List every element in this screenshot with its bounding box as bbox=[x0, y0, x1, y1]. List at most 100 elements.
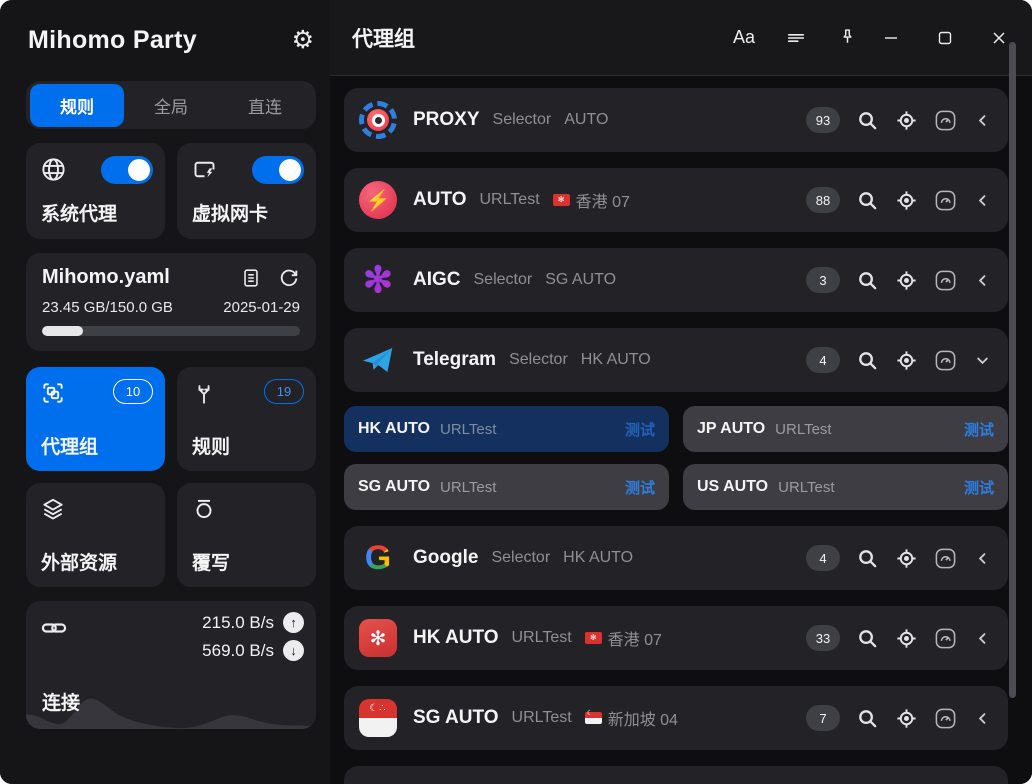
pin-icon[interactable] bbox=[837, 27, 858, 48]
chevron-left-icon[interactable] bbox=[973, 191, 992, 210]
outbound-mode-tabs: 规则 全局 直连 bbox=[26, 81, 316, 129]
node-item-us-auto[interactable]: US AUTO URLTest 测试 bbox=[683, 464, 1008, 510]
locate-icon[interactable] bbox=[895, 547, 918, 570]
chevron-left-icon[interactable] bbox=[973, 549, 992, 568]
minimize-button[interactable] bbox=[884, 31, 898, 45]
proxy-logo-icon bbox=[358, 100, 398, 140]
node-count-badge: 93 bbox=[806, 107, 840, 133]
tun-toggle[interactable] bbox=[252, 156, 304, 184]
tun-card[interactable]: 虚拟网卡 bbox=[177, 143, 316, 239]
tun-label: 虚拟网卡 bbox=[192, 199, 268, 226]
proxy-group-row[interactable]: ☾∴ SG AUTO URLTest 新加坡 04 7 bbox=[344, 686, 1008, 750]
speedtest-icon[interactable] bbox=[934, 707, 957, 730]
test-link[interactable]: 测试 bbox=[625, 477, 655, 498]
speedtest-icon[interactable] bbox=[934, 189, 957, 212]
group-current-node: AUTO bbox=[564, 111, 608, 129]
system-proxy-toggle[interactable] bbox=[101, 156, 153, 184]
speedtest-icon[interactable] bbox=[934, 627, 957, 650]
tab-global-mode[interactable]: 全局 bbox=[124, 84, 218, 127]
chevron-left-icon[interactable] bbox=[973, 629, 992, 648]
node-count-badge: 88 bbox=[806, 187, 840, 213]
sidebar-item-connections[interactable]: 215.0 B/s ↑ 569.0 B/s ↓ 连接 bbox=[26, 601, 316, 729]
speedtest-icon[interactable] bbox=[934, 109, 957, 132]
chevron-left-icon[interactable] bbox=[973, 709, 992, 728]
main-header: 代理组 Aa bbox=[330, 0, 1032, 76]
profile-card[interactable]: Mihomo.yaml bbox=[26, 253, 316, 351]
proxy-group-row[interactable]: ✻ HK AUTO URLTest ✻ 香港 07 33 bbox=[344, 606, 1008, 670]
scrollbar[interactable] bbox=[1009, 42, 1016, 698]
resources-label: 外部资源 bbox=[41, 548, 117, 575]
group-current-node: HK AUTO bbox=[563, 549, 633, 567]
download-speed: 569.0 B/s bbox=[202, 641, 274, 661]
maximize-button[interactable] bbox=[938, 31, 952, 45]
group-current-node: HK AUTO bbox=[581, 351, 651, 369]
sidebar-item-override[interactable]: 覆写 bbox=[177, 483, 316, 587]
locate-icon[interactable] bbox=[895, 109, 918, 132]
proxy-group-row[interactable]: PROXY Selector AUTO 93 bbox=[344, 88, 1008, 152]
override-label: 覆写 bbox=[192, 548, 230, 575]
search-icon[interactable] bbox=[856, 627, 879, 650]
sidebar-item-rules[interactable]: 19 规则 bbox=[177, 367, 316, 471]
node-item-hk-auto[interactable]: HK AUTO URLTest 测试 bbox=[344, 406, 669, 452]
settings-gear-icon[interactable]: ⚙ bbox=[292, 28, 314, 53]
group-current-node: ✻ 香港 07 bbox=[585, 626, 662, 650]
group-name: PROXY bbox=[413, 109, 480, 131]
profile-refresh-icon[interactable] bbox=[278, 267, 300, 289]
test-link[interactable]: 测试 bbox=[964, 419, 994, 440]
group-current-node: ✻ 香港 07 bbox=[553, 188, 630, 212]
chevron-down-icon[interactable] bbox=[973, 351, 992, 370]
locate-icon[interactable] bbox=[895, 627, 918, 650]
speedtest-icon[interactable] bbox=[934, 269, 957, 292]
search-icon[interactable] bbox=[856, 189, 879, 212]
hk-flag-logo-icon: ✻ bbox=[358, 618, 398, 658]
search-icon[interactable] bbox=[856, 547, 879, 570]
resources-icon bbox=[40, 496, 151, 522]
proxy-group-row[interactable]: ✻ AIGC Selector SG AUTO 3 bbox=[344, 248, 1008, 312]
node-item-jp-auto[interactable]: JP AUTO URLTest 测试 bbox=[683, 406, 1008, 452]
search-icon[interactable] bbox=[856, 269, 879, 292]
group-type: Selector bbox=[493, 111, 552, 129]
system-proxy-card[interactable]: 系统代理 bbox=[26, 143, 165, 239]
close-button[interactable] bbox=[992, 31, 1006, 45]
locate-icon[interactable] bbox=[895, 707, 918, 730]
sort-icon[interactable] bbox=[785, 27, 807, 49]
group-name: HK AUTO bbox=[413, 627, 499, 649]
proxy-group-row-expanded[interactable]: Telegram Selector HK AUTO 4 bbox=[344, 328, 1008, 392]
proxy-groups-badge: 10 bbox=[113, 379, 153, 404]
node-item-sg-auto[interactable]: SG AUTO URLTest 测试 bbox=[344, 464, 669, 510]
tab-direct-mode[interactable]: 直连 bbox=[218, 84, 312, 127]
chevron-left-icon[interactable] bbox=[973, 111, 992, 130]
profile-usage: 23.45 GB/150.0 GB bbox=[42, 299, 173, 316]
speedtest-icon[interactable] bbox=[934, 349, 957, 372]
page-title: 代理组 bbox=[352, 23, 733, 53]
sidebar-item-resources[interactable]: 外部资源 bbox=[26, 483, 165, 587]
group-type: Selector bbox=[491, 549, 550, 567]
group-name: SG AUTO bbox=[413, 707, 499, 729]
upload-speed: 215.0 B/s bbox=[202, 613, 274, 633]
sidebar-item-proxy-groups[interactable]: 10 代理组 bbox=[26, 367, 165, 471]
node-count-badge: 3 bbox=[806, 267, 840, 293]
locate-icon[interactable] bbox=[895, 349, 918, 372]
font-size-button[interactable]: Aa bbox=[733, 27, 755, 48]
group-name: Telegram bbox=[413, 349, 496, 371]
group-name: AIGC bbox=[413, 269, 461, 291]
group-current-node: SG AUTO bbox=[545, 271, 616, 289]
speedtest-icon[interactable] bbox=[934, 547, 957, 570]
rules-label: 规则 bbox=[192, 432, 230, 459]
chevron-left-icon[interactable] bbox=[973, 271, 992, 290]
search-icon[interactable] bbox=[856, 349, 879, 372]
profile-edit-icon[interactable] bbox=[240, 267, 262, 289]
search-icon[interactable] bbox=[856, 707, 879, 730]
group-type: Selector bbox=[474, 271, 533, 289]
group-type: URLTest bbox=[512, 709, 572, 727]
proxy-group-row[interactable]: ⚡ AUTO URLTest ✻ 香港 07 88 bbox=[344, 168, 1008, 232]
locate-icon[interactable] bbox=[895, 269, 918, 292]
node-count-badge: 33 bbox=[806, 625, 840, 651]
proxy-group-row-partial[interactable] bbox=[344, 766, 1008, 784]
tab-rule-mode[interactable]: 规则 bbox=[30, 84, 124, 127]
proxy-group-row[interactable]: G Google Selector HK AUTO 4 bbox=[344, 526, 1008, 590]
test-link[interactable]: 测试 bbox=[964, 477, 994, 498]
test-link[interactable]: 测试 bbox=[625, 419, 655, 440]
locate-icon[interactable] bbox=[895, 189, 918, 212]
search-icon[interactable] bbox=[856, 109, 879, 132]
